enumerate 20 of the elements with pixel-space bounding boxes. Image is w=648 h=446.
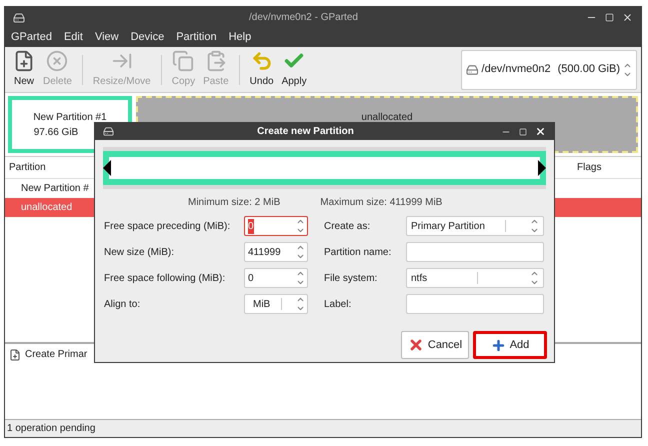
table-cell-text: unallocated	[21, 201, 72, 215]
field-label: New size (MiB):	[104, 246, 176, 260]
table-cell-text: New Partition #	[21, 182, 89, 196]
field-label: Free space following (MiB):	[104, 272, 226, 286]
field-label: Align to:	[104, 298, 142, 312]
maximum-size-text: Maximum size: 411999 MiB	[320, 196, 442, 210]
partition-size: 97.66 GiB	[34, 126, 78, 140]
dialog-title: Create new Partition	[256, 125, 355, 139]
status-text: 1 operation pending	[7, 422, 96, 436]
window-title: /dev/nvme0n2 - GParted	[248, 11, 359, 25]
partition-name: unallocated	[361, 111, 413, 125]
device-size: (500.00 GiB)	[558, 62, 620, 78]
minimum-size-text: Minimum size: 2 MiB	[188, 196, 280, 210]
field-label: Label:	[324, 298, 352, 312]
field-label: Free space preceding (MiB):	[104, 220, 232, 234]
field-label: Create as:	[324, 220, 372, 234]
partition-name: New Partition #1	[33, 110, 107, 124]
field-label: Partition name:	[324, 246, 392, 260]
field-label: File system:	[324, 272, 378, 286]
device-path: /dev/nvme0n2	[482, 62, 551, 78]
